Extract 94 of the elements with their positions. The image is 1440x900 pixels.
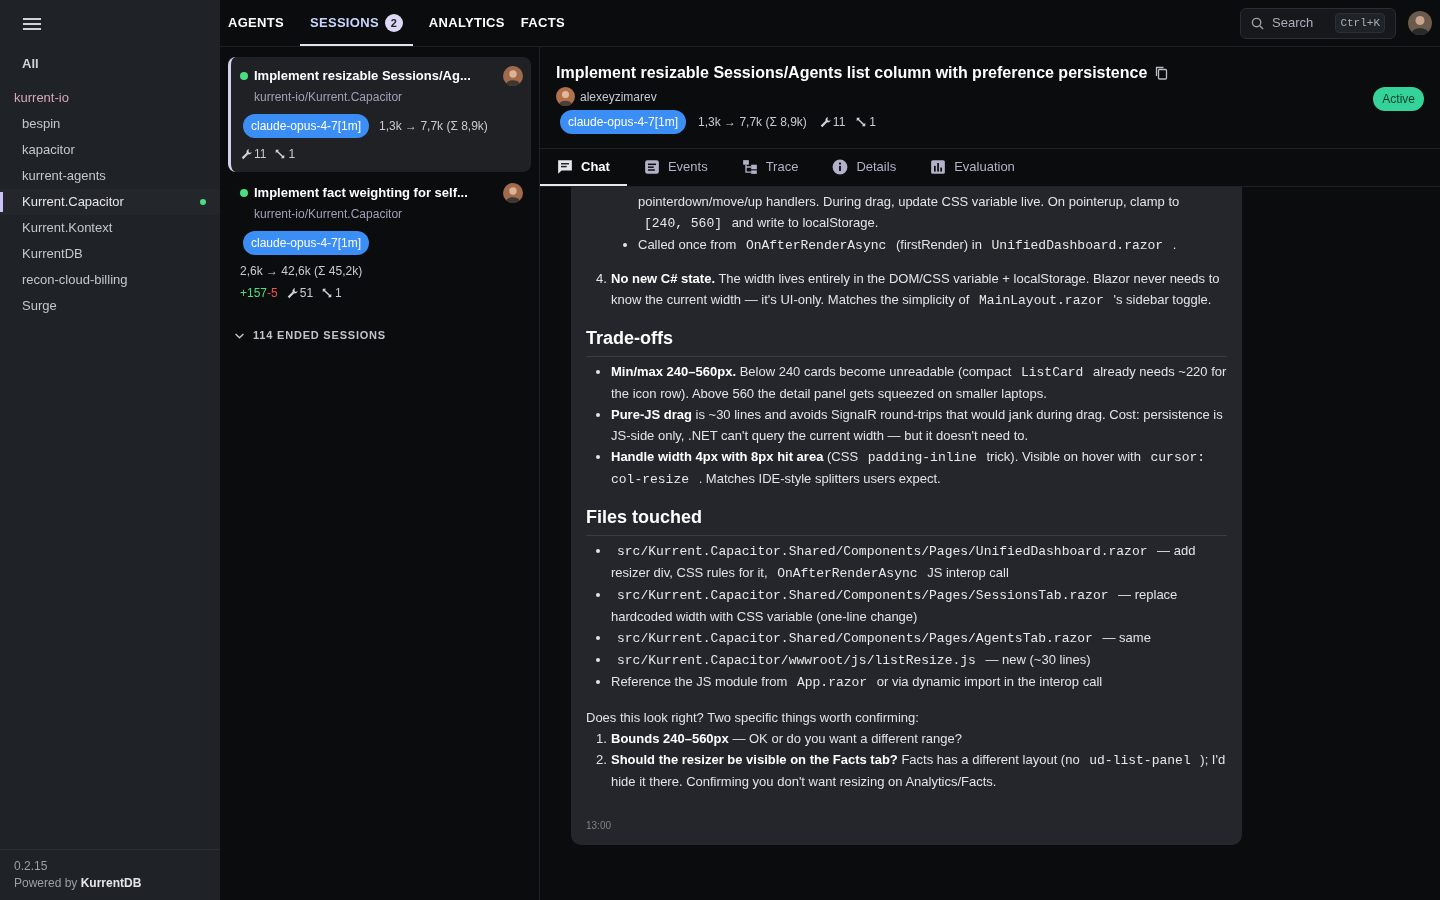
list-item-text: src/Kurrent.Capacitor/wwwroot/js/listResize.js — new (~30 lines) [616,651,1092,670]
model-badge: claude-opus-4-7[1m] [560,110,687,134]
group-label: kurrent-io [13,88,70,107]
count-badge: 2 [384,14,403,32]
list-item-text: Pure-JS drag is ~30 lines and avoids SignalR round-trips that would jank during drag. Cost: persistence is JS-side only, .NET can't query the current width — but it doesn't need to. [611,406,1224,445]
arrows-icon [274,148,287,160]
list-number: 1. [596,730,608,748]
bar-chart-icon [930,158,947,175]
session-card[interactable]: Implement resizable Sessions/Ag... kurrent-io/Kurrent.Capacitor claude-opus-4-7[1m] 1,3k → 7,7k (Σ 8,9k) 11 1 [228,57,531,172]
sidebar-item[interactable]: kapacitor [0,137,220,163]
info-icon [832,158,849,175]
detail-tab[interactable]: Details [815,149,914,186]
shortcut-hint: Ctrl+K [1335,12,1385,34]
token-usage: 1,3k → 7,7k (Σ 8,9k) [698,114,807,131]
powered-by-text: Powered by KurrentDB [14,875,143,892]
list-item-text: src/Kurrent.Capacitor.Shared/Components/Pages/UnifiedDashboard.razor — add resizer div, CSS rules for it, OnAfterRenderAsync JS interop call [611,542,1197,583]
session-title: Implement resizable Sessions/Ag... [254,67,472,86]
detail-tab[interactable]: Events [626,149,725,186]
nav-tab[interactable]: ANALYTICS [428,0,505,46]
list-item-text: Min/max 240–560px. Below 240 cards become unreadable (compact ListCard already needs ~220 for the icon row). Above 560 the detail panel gets squeezed on smaller laptops. [611,363,1227,403]
all-filter[interactable]: All [0,36,220,88]
message-paragraph: Does this look right? Two specific things worth confirming: [586,709,920,727]
sidebar-item[interactable]: Kurrent.Kontext [0,215,220,241]
bullet-icon [596,680,600,684]
list-item-text: Should the resizer be visible on the Facts tab? Facts has a different layout (no ud-list-panel ); I'd hide it there. Confirming you don't want resizing on Analytics/Facts. [611,751,1227,791]
tool-count: 11 [818,113,846,131]
bullet-icon [596,593,600,597]
repo-name: kurrent-io/Kurrent.Capacitor [254,206,404,223]
wrench-icon [818,116,831,128]
nav-tab[interactable]: FACTS [520,0,565,46]
sidebar-item[interactable]: Kurrent.Capacitor [0,189,220,215]
user-avatar [503,66,523,86]
diff-stats: +157-5 [240,285,278,302]
list-item-text: src/Kurrent.Capacitor.Shared/Components/Pages/SessionsTab.razor — replace hardcoded width with CSS variable (one-line change) [611,586,1179,626]
arrows-icon [321,287,334,299]
model-badge: claude-opus-4-7[1m] [243,114,370,138]
list-item-text: Reference the JS module from App.razor or via dynamic import in the interop call [611,673,1104,692]
subagent-count: 1 [274,145,296,163]
status-badge: Active [1373,87,1424,111]
tool-count: 51 [285,284,314,302]
hierarchy-icon [741,158,758,175]
arrows-icon [855,116,868,128]
wrench-icon [285,287,298,299]
list-item-text: Handle width 4px with 8px hit area (CSS padding-inline trick). Visible on hover with cursor: col-resize . Matches IDE-style splitters users expect. [611,448,1207,489]
sidebar-item[interactable]: KurrentDB [0,241,220,267]
bullet-icon [596,549,600,553]
section-heading: Trade-offs [586,325,1227,357]
bullet-icon [596,370,600,374]
author-avatar [556,87,575,106]
wrench-icon [240,148,252,160]
bullet-icon [596,636,600,640]
copy-icon[interactable] [1155,66,1169,80]
model-badge: claude-opus-4-7[1m] [243,231,370,255]
list-item-text: Bounds 240–560px — OK or do you want a different range? [611,730,963,748]
nav-tab[interactable]: SESSIONS 2 [300,0,413,46]
tool-count: 11 [240,145,267,163]
detail-tab[interactable]: Trace [724,149,816,186]
message-time: 13:00 [586,819,613,833]
sidebar-item[interactable]: Surge [0,293,220,319]
subagent-count: 1 [855,113,876,131]
list-item-text: src/Kurrent.Capacitor.Shared/Components/Pages/AgentsTab.razor — same [616,629,1152,648]
token-usage: 1,3k → 7,7k (Σ 8,9k) [379,118,488,135]
nav-tab[interactable]: AGENTS [228,0,284,46]
sidebar-item[interactable]: bespin [0,111,220,137]
bullet-icon [596,413,600,417]
list-item-text: pointerdown/move/up handlers. During drag, update CSS variable live. On pointerup, clamp to [240, 560] and write to localStorage. [637,193,1181,233]
sidebar-item[interactable]: kurrent-agents [0,163,220,189]
user-avatar[interactable] [1408,11,1432,35]
bullet-icon [596,455,600,459]
menu-icon[interactable] [22,16,42,32]
list-number: 2. [596,751,608,769]
list-number: 4. [596,270,608,288]
author-name: alexeyzimarev [580,88,657,106]
version-label: 0.2.15 [14,858,49,875]
subagent-count: 1 [321,284,342,302]
ended-sessions-toggle[interactable]: 114 ENDED SESSIONS [234,327,531,344]
section-heading: Files touched [586,504,1227,536]
list-item-text: No new C# state. The width lives entirely in the DOM/CSS variable + localStorage. Blazor never needs to know the current width — it's UI-only. Matches the simplicity of MainLayout.razor 's sidebar toggle. [611,270,1221,310]
list-item-text: Called once from OnAfterRenderAsync (firstRender) in UnifiedDashboard.razor . [638,236,1178,255]
search-icon [1251,16,1264,30]
document-icon [643,158,660,175]
bullet-icon [596,658,600,662]
bullet-icon [623,243,627,247]
search-field[interactable]: Search Ctrl+K [1240,7,1396,39]
selection-indicator [0,192,3,212]
sidebar-item[interactable]: recon-cloud-billing [0,267,220,293]
chat-icon [557,158,573,175]
session-title: Implement resizable Sessions/Agents list column with preference persistence [556,63,1148,83]
token-usage: 2,6k → 42,6k (Σ 45,2k) [240,263,364,280]
session-card[interactable]: Implement fact weighting for self... kurrent-io/Kurrent.Capacitor claude-opus-4-7[1m] 2,6k → 42,6k (Σ 45,2k) +157-5 51 1 [228,174,531,311]
user-avatar [503,183,523,203]
detail-tab[interactable]: Evaluation [913,149,1032,186]
repo-name: kurrent-io/Kurrent.Capacitor [254,89,404,106]
session-title: Implement fact weighting for self... [254,184,469,203]
